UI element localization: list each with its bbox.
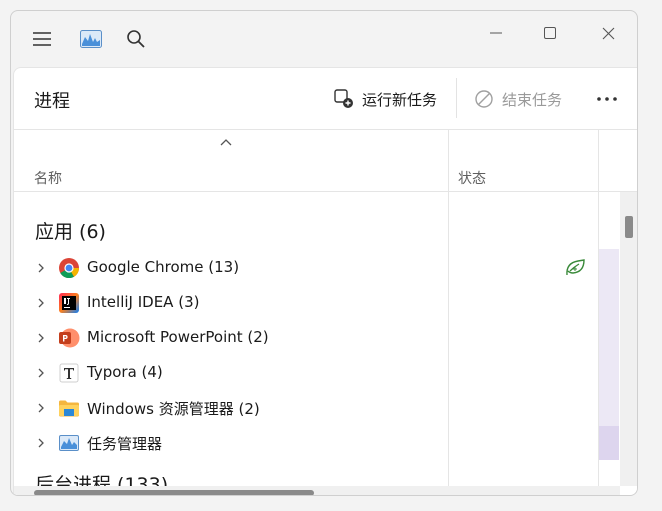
process-name: Typora (4) (87, 363, 163, 381)
chevron-right-icon[interactable] (34, 331, 48, 345)
command-bar: 进程 运行新任务 结束任务 (14, 68, 637, 130)
list-item[interactable]: Typora (4) (14, 356, 448, 390)
column-divider[interactable] (448, 130, 449, 486)
maximize-button[interactable] (527, 17, 573, 49)
list-item[interactable]: IntelliJ IDEA (3) (14, 286, 448, 320)
sort-ascending-icon[interactable] (218, 134, 234, 146)
chevron-right-icon[interactable] (34, 296, 48, 310)
process-name: Windows 资源管理器 (2) (87, 400, 260, 418)
title-bar (11, 11, 637, 67)
vertical-scrollbar[interactable] (620, 192, 637, 486)
chrome-icon (59, 258, 80, 279)
more-options-button[interactable] (592, 84, 622, 114)
powerpoint-icon (59, 328, 80, 348)
horizontal-scroll-thumb[interactable] (34, 490, 314, 495)
column-name-header[interactable]: 名称 (34, 168, 62, 188)
column-status-header[interactable]: 状态 (458, 168, 486, 188)
hamburger-menu-icon[interactable] (28, 25, 56, 53)
efficiency-leaf-icon (566, 259, 585, 276)
more-icon (597, 97, 617, 101)
chevron-right-icon[interactable] (34, 436, 48, 450)
task-manager-app-icon (77, 25, 105, 53)
run-new-task-icon (334, 89, 353, 108)
heat-cell-light (599, 249, 619, 426)
block-icon (475, 90, 493, 108)
list-item[interactable]: Windows 资源管理器 (2) (14, 391, 448, 425)
processes-page: 进程 运行新任务 结束任务 名称 状态 应用 (6) Google Chrome… (13, 67, 637, 495)
close-button[interactable] (585, 17, 631, 49)
typora-icon (59, 363, 79, 383)
task-manager-window: 进程 运行新任务 结束任务 名称 状态 应用 (6) Google Chrome… (10, 10, 638, 496)
end-task-label: 结束任务 (502, 90, 563, 109)
list-item[interactable]: 任务管理器 (14, 426, 448, 460)
task-manager-icon (59, 435, 79, 451)
vertical-scroll-thumb[interactable] (625, 216, 633, 238)
end-task-button[interactable]: 结束任务 (474, 84, 562, 114)
process-name: 任务管理器 (87, 435, 163, 453)
toolbar-divider (456, 78, 457, 118)
chevron-right-icon[interactable] (34, 261, 48, 275)
process-name: Google Chrome (13) (87, 258, 240, 276)
chevron-right-icon[interactable] (34, 401, 48, 415)
process-name: Microsoft PowerPoint (2) (87, 328, 269, 346)
folder-icon (59, 400, 79, 417)
intellij-icon (59, 293, 79, 313)
process-name: IntelliJ IDEA (3) (87, 293, 200, 311)
group-title-apps: 应用 (6) (35, 221, 106, 243)
minimize-button[interactable] (473, 17, 519, 49)
search-icon[interactable] (122, 25, 150, 53)
run-new-task-button[interactable]: 运行新任务 (334, 84, 437, 114)
column-header: 名称 状态 (14, 130, 637, 192)
heat-cell-medium (599, 426, 619, 460)
horizontal-scrollbar[interactable] (14, 486, 620, 495)
list-item[interactable]: Microsoft PowerPoint (2) (14, 321, 448, 355)
chevron-right-icon[interactable] (34, 366, 48, 380)
run-new-task-label: 运行新任务 (362, 90, 438, 109)
list-item[interactable]: Google Chrome (13) (14, 251, 448, 285)
page-title: 进程 (34, 91, 70, 112)
